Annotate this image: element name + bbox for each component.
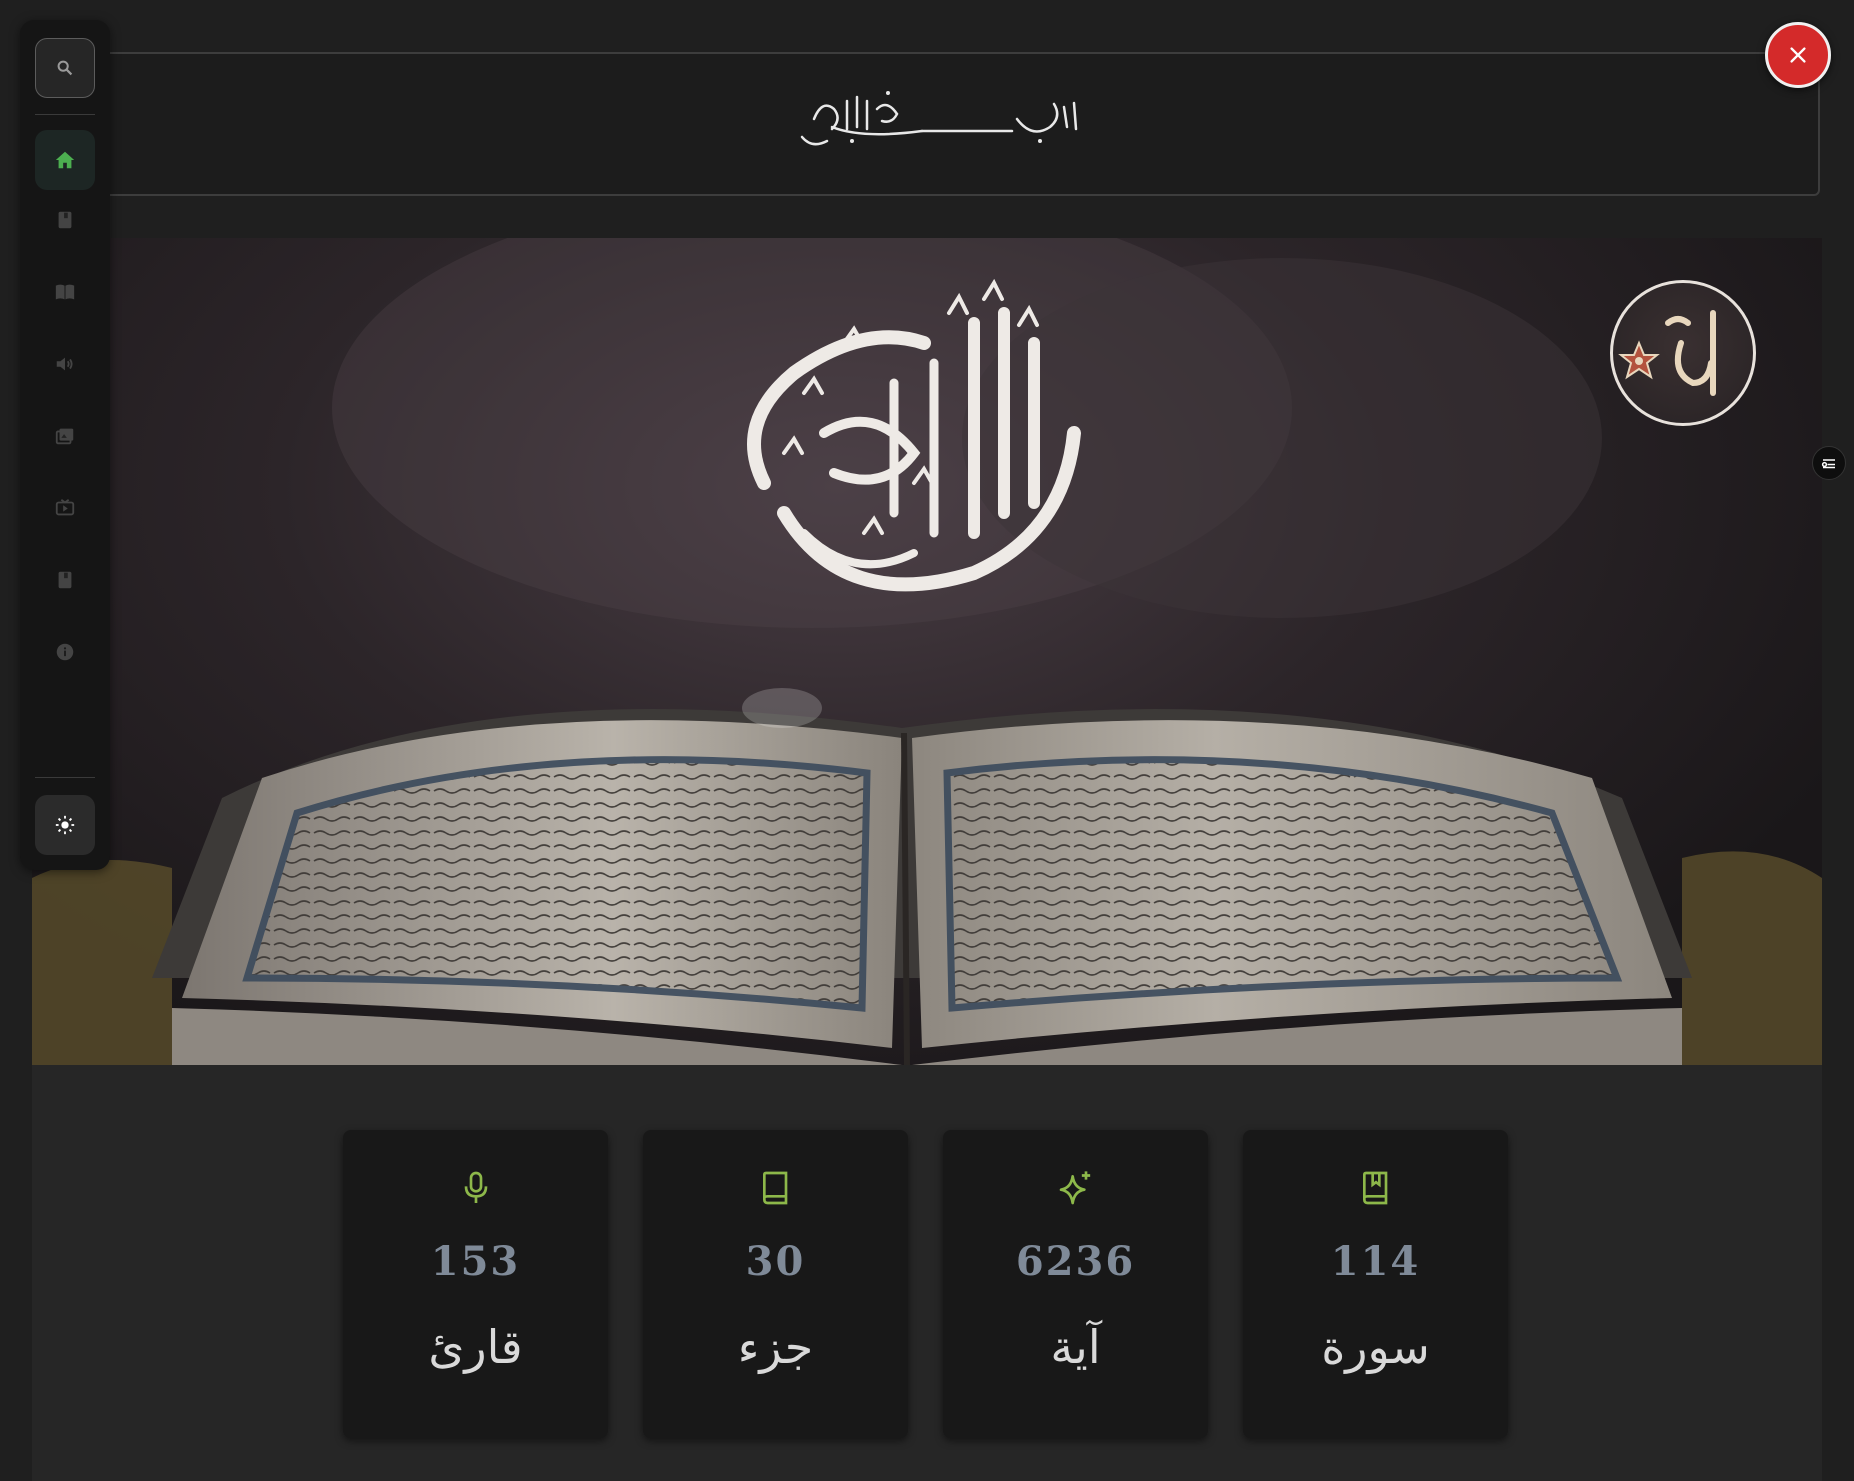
home-icon	[55, 151, 75, 169]
info-icon	[56, 643, 74, 661]
stat-label: سورة	[1321, 1320, 1430, 1374]
stats-section: 153 قارئ 30 جزء 6236 آية 114 سورة	[32, 1065, 1822, 1481]
gallery-icon	[55, 428, 74, 445]
sidebar-item-home[interactable]	[35, 130, 95, 190]
sidebar-item-gallery[interactable]	[35, 406, 95, 466]
sidebar-item-audio[interactable]	[35, 334, 95, 394]
seal-calligraphy	[1618, 310, 1716, 396]
sliders-icon	[1821, 459, 1835, 469]
sidebar-item-reading[interactable]	[35, 262, 95, 322]
sparkles-icon	[1059, 1171, 1090, 1205]
stat-label: جزء	[737, 1320, 814, 1374]
stat-value: 114	[1330, 1238, 1421, 1285]
stat-label: آية	[1050, 1320, 1101, 1374]
stat-card-ayah: 6236 آية	[943, 1130, 1208, 1438]
stat-label: قارئ	[428, 1320, 523, 1374]
sidebar-item-video[interactable]	[35, 478, 95, 538]
microphone-icon	[464, 1171, 487, 1203]
settings-toggle-button[interactable]	[1812, 446, 1846, 480]
logo-seal	[1610, 280, 1756, 426]
stat-card-readers: 153 قارئ	[343, 1130, 608, 1438]
sun-icon	[55, 815, 75, 835]
open-book-icon	[55, 284, 75, 300]
theme-toggle-button[interactable]	[35, 795, 95, 855]
book-icon	[58, 211, 72, 229]
tv-icon	[55, 499, 75, 516]
basmala-calligraphy	[800, 91, 1078, 146]
bookmark-book-icon	[1362, 1171, 1387, 1205]
page-header	[20, 52, 1820, 196]
search-button[interactable]	[35, 38, 95, 98]
close-button[interactable]	[1765, 22, 1831, 88]
hero-image	[32, 238, 1822, 1065]
sidebar-item-about[interactable]	[35, 622, 95, 682]
stat-card-surah: 114 سورة	[1243, 1130, 1508, 1438]
hero-banner	[32, 238, 1822, 1065]
bookmark-book-icon	[58, 571, 72, 589]
book-icon	[762, 1171, 787, 1205]
close-icon	[1790, 47, 1806, 63]
stat-value: 30	[745, 1238, 806, 1285]
stat-value: 153	[430, 1238, 521, 1285]
stat-value: 6236	[1015, 1238, 1136, 1285]
sidebar-item-bookmarks[interactable]	[35, 550, 95, 610]
stat-card-juz: 30 جزء	[643, 1130, 908, 1438]
sidebar	[20, 20, 110, 870]
speaker-icon	[56, 357, 73, 371]
sidebar-item-book[interactable]	[35, 190, 95, 250]
search-icon	[57, 60, 73, 76]
